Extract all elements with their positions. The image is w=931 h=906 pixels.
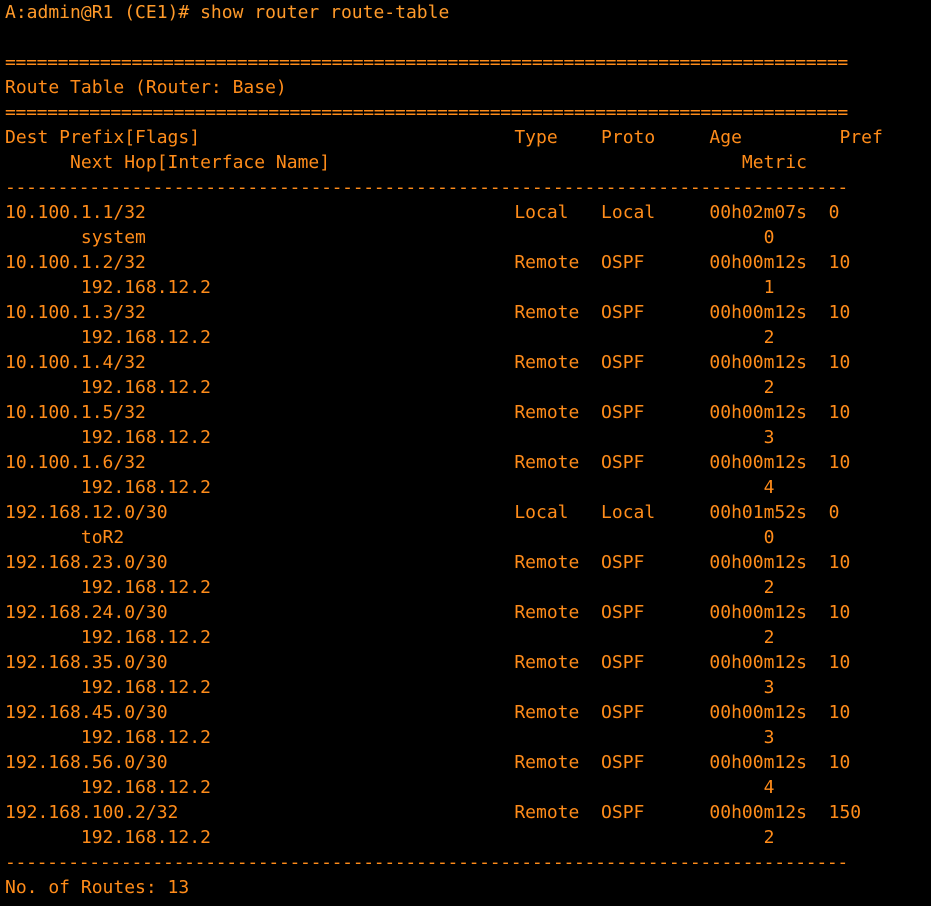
command-prompt: A:admin@R1 (CE1)# show router route-tabl… — [5, 2, 450, 23]
route-next-hop: 192.168.12.2 1 — [5, 277, 775, 298]
route-row: 10.100.1.4/32 Remote OSPF 00h00m12s 10 — [5, 352, 851, 373]
route-row: 10.100.1.6/32 Remote OSPF 00h00m12s 10 — [5, 452, 851, 473]
table-title: Route Table (Router: Base) — [5, 77, 287, 98]
route-next-hop: 192.168.12.2 3 — [5, 727, 775, 748]
route-table-rows: 10.100.1.1/32 Local Local 00h02m07s 0 sy… — [5, 200, 931, 850]
table-header-row-2: Next Hop[Interface Name] Metric — [5, 152, 807, 173]
separator-double: ========================================… — [5, 102, 848, 123]
table-header-row-1: Dest Prefix[Flags] Type Proto Age Pref — [5, 127, 883, 148]
route-next-hop: 192.168.12.2 2 — [5, 577, 775, 598]
separator-double: ========================================… — [5, 52, 848, 73]
route-next-hop: 192.168.12.2 4 — [5, 777, 775, 798]
route-row: 10.100.1.3/32 Remote OSPF 00h00m12s 10 — [5, 302, 851, 323]
route-row: 10.100.1.1/32 Local Local 00h02m07s 0 — [5, 202, 840, 223]
route-row: 192.168.24.0/30 Remote OSPF 00h00m12s 10 — [5, 602, 851, 623]
route-row: 192.168.45.0/30 Remote OSPF 00h00m12s 10 — [5, 702, 851, 723]
route-next-hop: 192.168.12.2 2 — [5, 827, 775, 848]
route-row: 192.168.56.0/30 Remote OSPF 00h00m12s 10 — [5, 752, 851, 773]
route-row: 192.168.23.0/30 Remote OSPF 00h00m12s 10 — [5, 552, 851, 573]
route-row: 192.168.35.0/30 Remote OSPF 00h00m12s 10 — [5, 652, 851, 673]
route-next-hop: 192.168.12.2 2 — [5, 327, 775, 348]
separator-single: ----------------------------------------… — [5, 177, 848, 198]
route-next-hop: 192.168.12.2 4 — [5, 477, 775, 498]
route-row: 192.168.100.2/32 Remote OSPF 00h00m12s 1… — [5, 802, 862, 823]
separator-single: ----------------------------------------… — [5, 852, 848, 873]
route-next-hop: system 0 — [5, 227, 775, 248]
route-count: No. of Routes: 13 — [5, 877, 190, 898]
route-next-hop: 192.168.12.2 2 — [5, 377, 775, 398]
route-row: 10.100.1.2/32 Remote OSPF 00h00m12s 10 — [5, 252, 851, 273]
route-row: 10.100.1.5/32 Remote OSPF 00h00m12s 10 — [5, 402, 851, 423]
route-next-hop: toR2 0 — [5, 527, 775, 548]
route-row: 192.168.12.0/30 Local Local 00h01m52s 0 — [5, 502, 840, 523]
route-next-hop: 192.168.12.2 3 — [5, 677, 775, 698]
route-next-hop: 192.168.12.2 2 — [5, 627, 775, 648]
terminal-output[interactable]: A:admin@R1 (CE1)# show router route-tabl… — [5, 0, 931, 906]
route-next-hop: 192.168.12.2 3 — [5, 427, 775, 448]
